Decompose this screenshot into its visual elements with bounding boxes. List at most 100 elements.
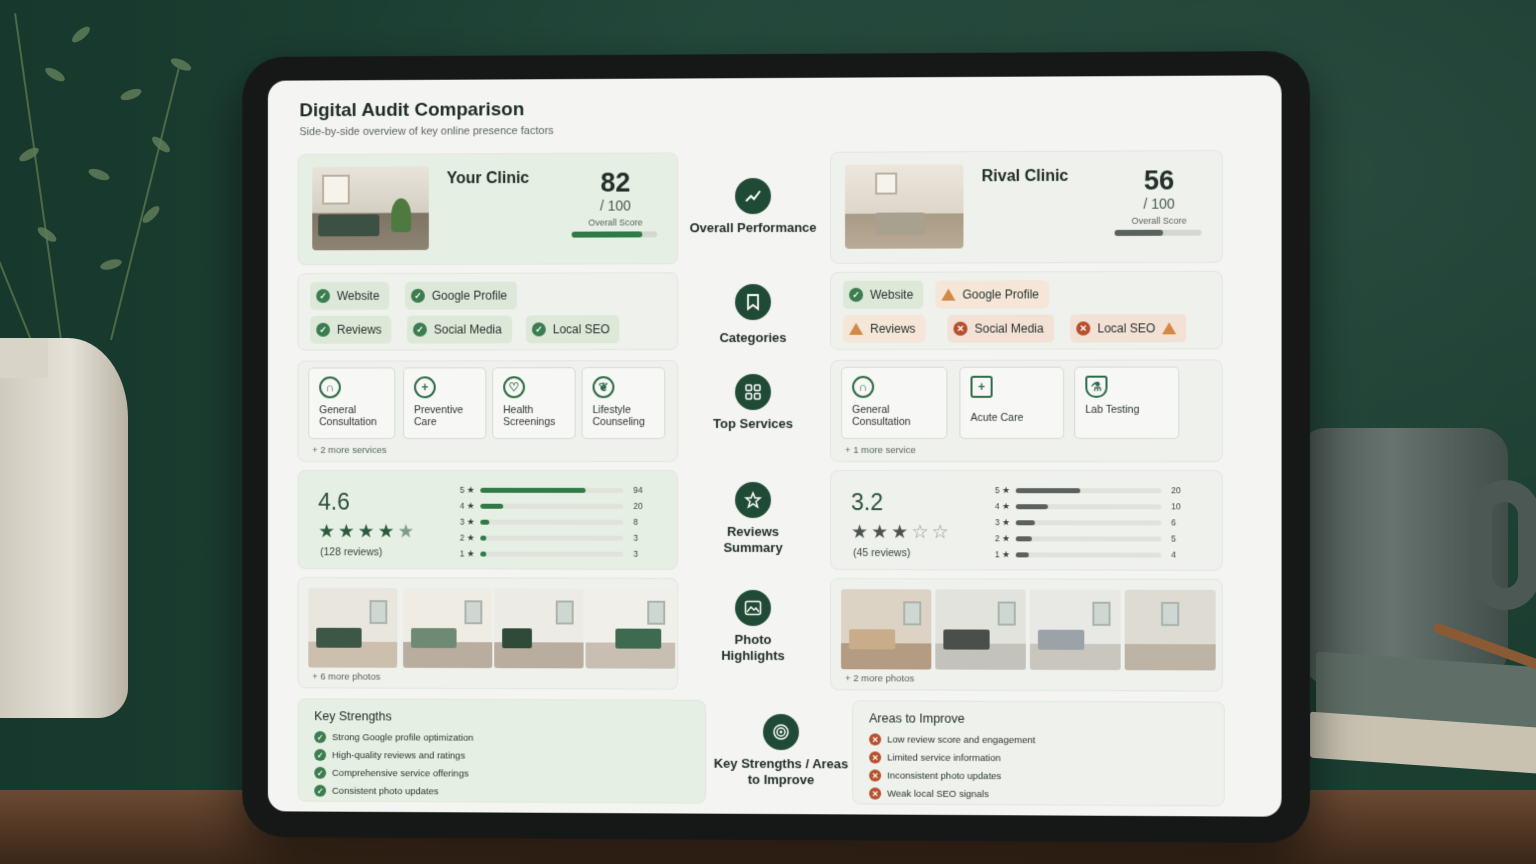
x-icon: ✕ [953, 322, 967, 336]
check-icon: ✓ [316, 323, 330, 337]
stethoscope-icon: ∩ [319, 376, 341, 398]
strength-item: ✓ Strong Google profile optimization [314, 731, 473, 744]
rating-bar-count: 4 [1171, 550, 1187, 560]
rating-bar-row: 5 ★ 20 [988, 485, 1188, 495]
areas-to-improve-title: Areas to Improve [869, 711, 965, 725]
rival-review-count: (45 reviews) [853, 547, 910, 559]
rival-rating: 3.2 [851, 489, 883, 516]
rating-bar-row: 4 ★ 20 [453, 501, 650, 511]
rival-overall-score: 56 / 100 Overall Score [1115, 165, 1204, 252]
rival-reviews: 3.2 ★★★☆☆ (45 reviews) 5 ★ 20 4 ★ 10 3 ★ 6 2 ★… [830, 470, 1223, 571]
service-tile[interactable]: ∩ General Consultation [308, 367, 395, 439]
rating-bar-label: 5 ★ [453, 484, 475, 495]
your-category-local-seo[interactable]: ✓ Local SEO [526, 315, 620, 343]
rival-category-local-seo[interactable]: ✕ Local SEO [1070, 314, 1187, 342]
clinic-photo[interactable] [494, 588, 583, 668]
photos-more-link[interactable]: + 2 more photos [845, 673, 914, 684]
services-more-link[interactable]: + 1 more service [845, 445, 916, 456]
rating-bar-fill [480, 551, 486, 556]
service-tile[interactable]: + Acute Care [959, 367, 1064, 439]
section-categories: Categories [682, 284, 824, 346]
rating-bar-fill [1016, 504, 1048, 509]
warning-icon [849, 323, 863, 335]
service-tile[interactable]: ⚗ Lab Testing [1074, 367, 1179, 439]
clinic-photo[interactable] [935, 589, 1026, 669]
your-clinic-photo [312, 166, 429, 250]
your-clinic-name: Your Clinic [447, 170, 530, 188]
rating-bar-track [480, 487, 623, 492]
rating-bar-row: 3 ★ 8 [453, 517, 650, 527]
clinic-photo[interactable] [1030, 590, 1121, 671]
rating-bar-label: 2 ★ [988, 533, 1010, 544]
strength-item: ✓ Comprehensive service offerings [314, 767, 468, 780]
rating-bar-track [1016, 520, 1161, 525]
section-top-services: Top Services [682, 374, 824, 432]
rating-bar-fill [1016, 520, 1035, 525]
rating-bar-track [1016, 504, 1161, 509]
star-icon: ☆ [932, 522, 952, 543]
rival-category-google-profile[interactable]: Google Profile [935, 280, 1049, 308]
your-category-social-media[interactable]: ✓ Social Media [407, 315, 512, 343]
your-category-reviews[interactable]: ✓ Reviews [310, 316, 391, 344]
strength-item: ✓ Consistent photo updates [314, 785, 438, 798]
service-tile[interactable]: ∩ General Consultation [841, 367, 947, 439]
check-icon: ✓ [532, 322, 546, 336]
rating-bar-label: 4 ★ [453, 500, 475, 511]
rating-bar-fill [480, 535, 486, 540]
your-clinic-card[interactable]: Your Clinic 82 / 100 Overall Score [297, 152, 678, 265]
image-icon [735, 590, 771, 626]
rating-bar-count: 10 [1171, 501, 1187, 511]
rival-category-website[interactable]: ✓ Website [843, 281, 923, 309]
audit-screen: Digital Audit Comparison Side-by-side ov… [268, 75, 1282, 816]
rating-bar-row: 1 ★ 4 [988, 549, 1188, 559]
medical-kit-icon: + [971, 376, 993, 398]
service-tile[interactable]: + Preventive Care [403, 367, 486, 439]
star-icon: ★ [397, 522, 417, 543]
your-category-website[interactable]: ✓ Website [310, 282, 389, 310]
stethoscope-icon: ∩ [852, 376, 874, 398]
section-overall-performance: Overall Performance [682, 178, 824, 236]
rating-bar-fill [1016, 488, 1080, 493]
rating-bar-fill [1016, 552, 1029, 557]
check-icon: ✓ [411, 289, 425, 303]
improve-item: ✕ Weak local SEO signals [869, 787, 989, 800]
clinic-photo[interactable] [1125, 590, 1216, 671]
your-overall-score: 82 / 100 Overall Score [572, 167, 660, 253]
rating-bar-count: 3 [633, 549, 649, 559]
rating-bar-row: 4 ★ 10 [988, 501, 1188, 511]
rival-category-social-media[interactable]: ✕ Social Media [947, 314, 1053, 342]
rating-bar-count: 3 [633, 533, 649, 543]
improve-item: ✕ Inconsistent photo updates [869, 769, 1001, 782]
improve-item: ✕ Limited service information [869, 751, 1001, 764]
your-photos: + 6 more photos [297, 577, 678, 690]
rating-bar-track [1016, 488, 1161, 493]
page-subtitle: Side-by-side overview of key online pres… [299, 125, 553, 138]
star-icon: ★ [891, 522, 911, 543]
page-title: Digital Audit Comparison [299, 99, 524, 122]
rival-photos: + 2 more photos [830, 578, 1223, 691]
flask-icon: ⚗ [1085, 376, 1107, 398]
strength-item: ✓ High-quality reviews and ratings [314, 749, 465, 762]
star-icon: ★ [851, 522, 871, 543]
rating-bar-track [1016, 536, 1161, 541]
rating-bar-fill [480, 487, 585, 492]
clinic-photo[interactable] [403, 588, 492, 668]
rival-clinic-card[interactable]: Rival Clinic 56 / 100 Overall Score [830, 150, 1223, 264]
rating-bar-row: 2 ★ 5 [988, 533, 1188, 543]
photos-more-link[interactable]: + 6 more photos [312, 671, 380, 682]
x-icon: ✕ [1076, 321, 1090, 335]
section-photo-highlights: Photo Highlights [682, 590, 824, 664]
service-tile[interactable]: ♡ Health Screenings [492, 367, 575, 439]
warning-icon [1162, 322, 1176, 334]
rating-bar-count: 20 [1171, 485, 1187, 495]
improve-item: ✕ Low review score and engagement [869, 733, 1035, 746]
your-score-bar [572, 231, 658, 237]
service-tile[interactable]: ❦ Lifestyle Counseling [582, 367, 666, 439]
rival-category-reviews[interactable]: Reviews [843, 315, 926, 343]
clinic-photo[interactable] [841, 589, 931, 669]
clinic-photo[interactable] [586, 589, 676, 669]
section-strengths-improve: Key Strengths / Areas to Improve [706, 714, 856, 789]
your-category-google-profile[interactable]: ✓ Google Profile [405, 282, 517, 310]
services-more-link[interactable]: + 2 more services [312, 445, 386, 456]
clinic-photo[interactable] [308, 588, 397, 668]
